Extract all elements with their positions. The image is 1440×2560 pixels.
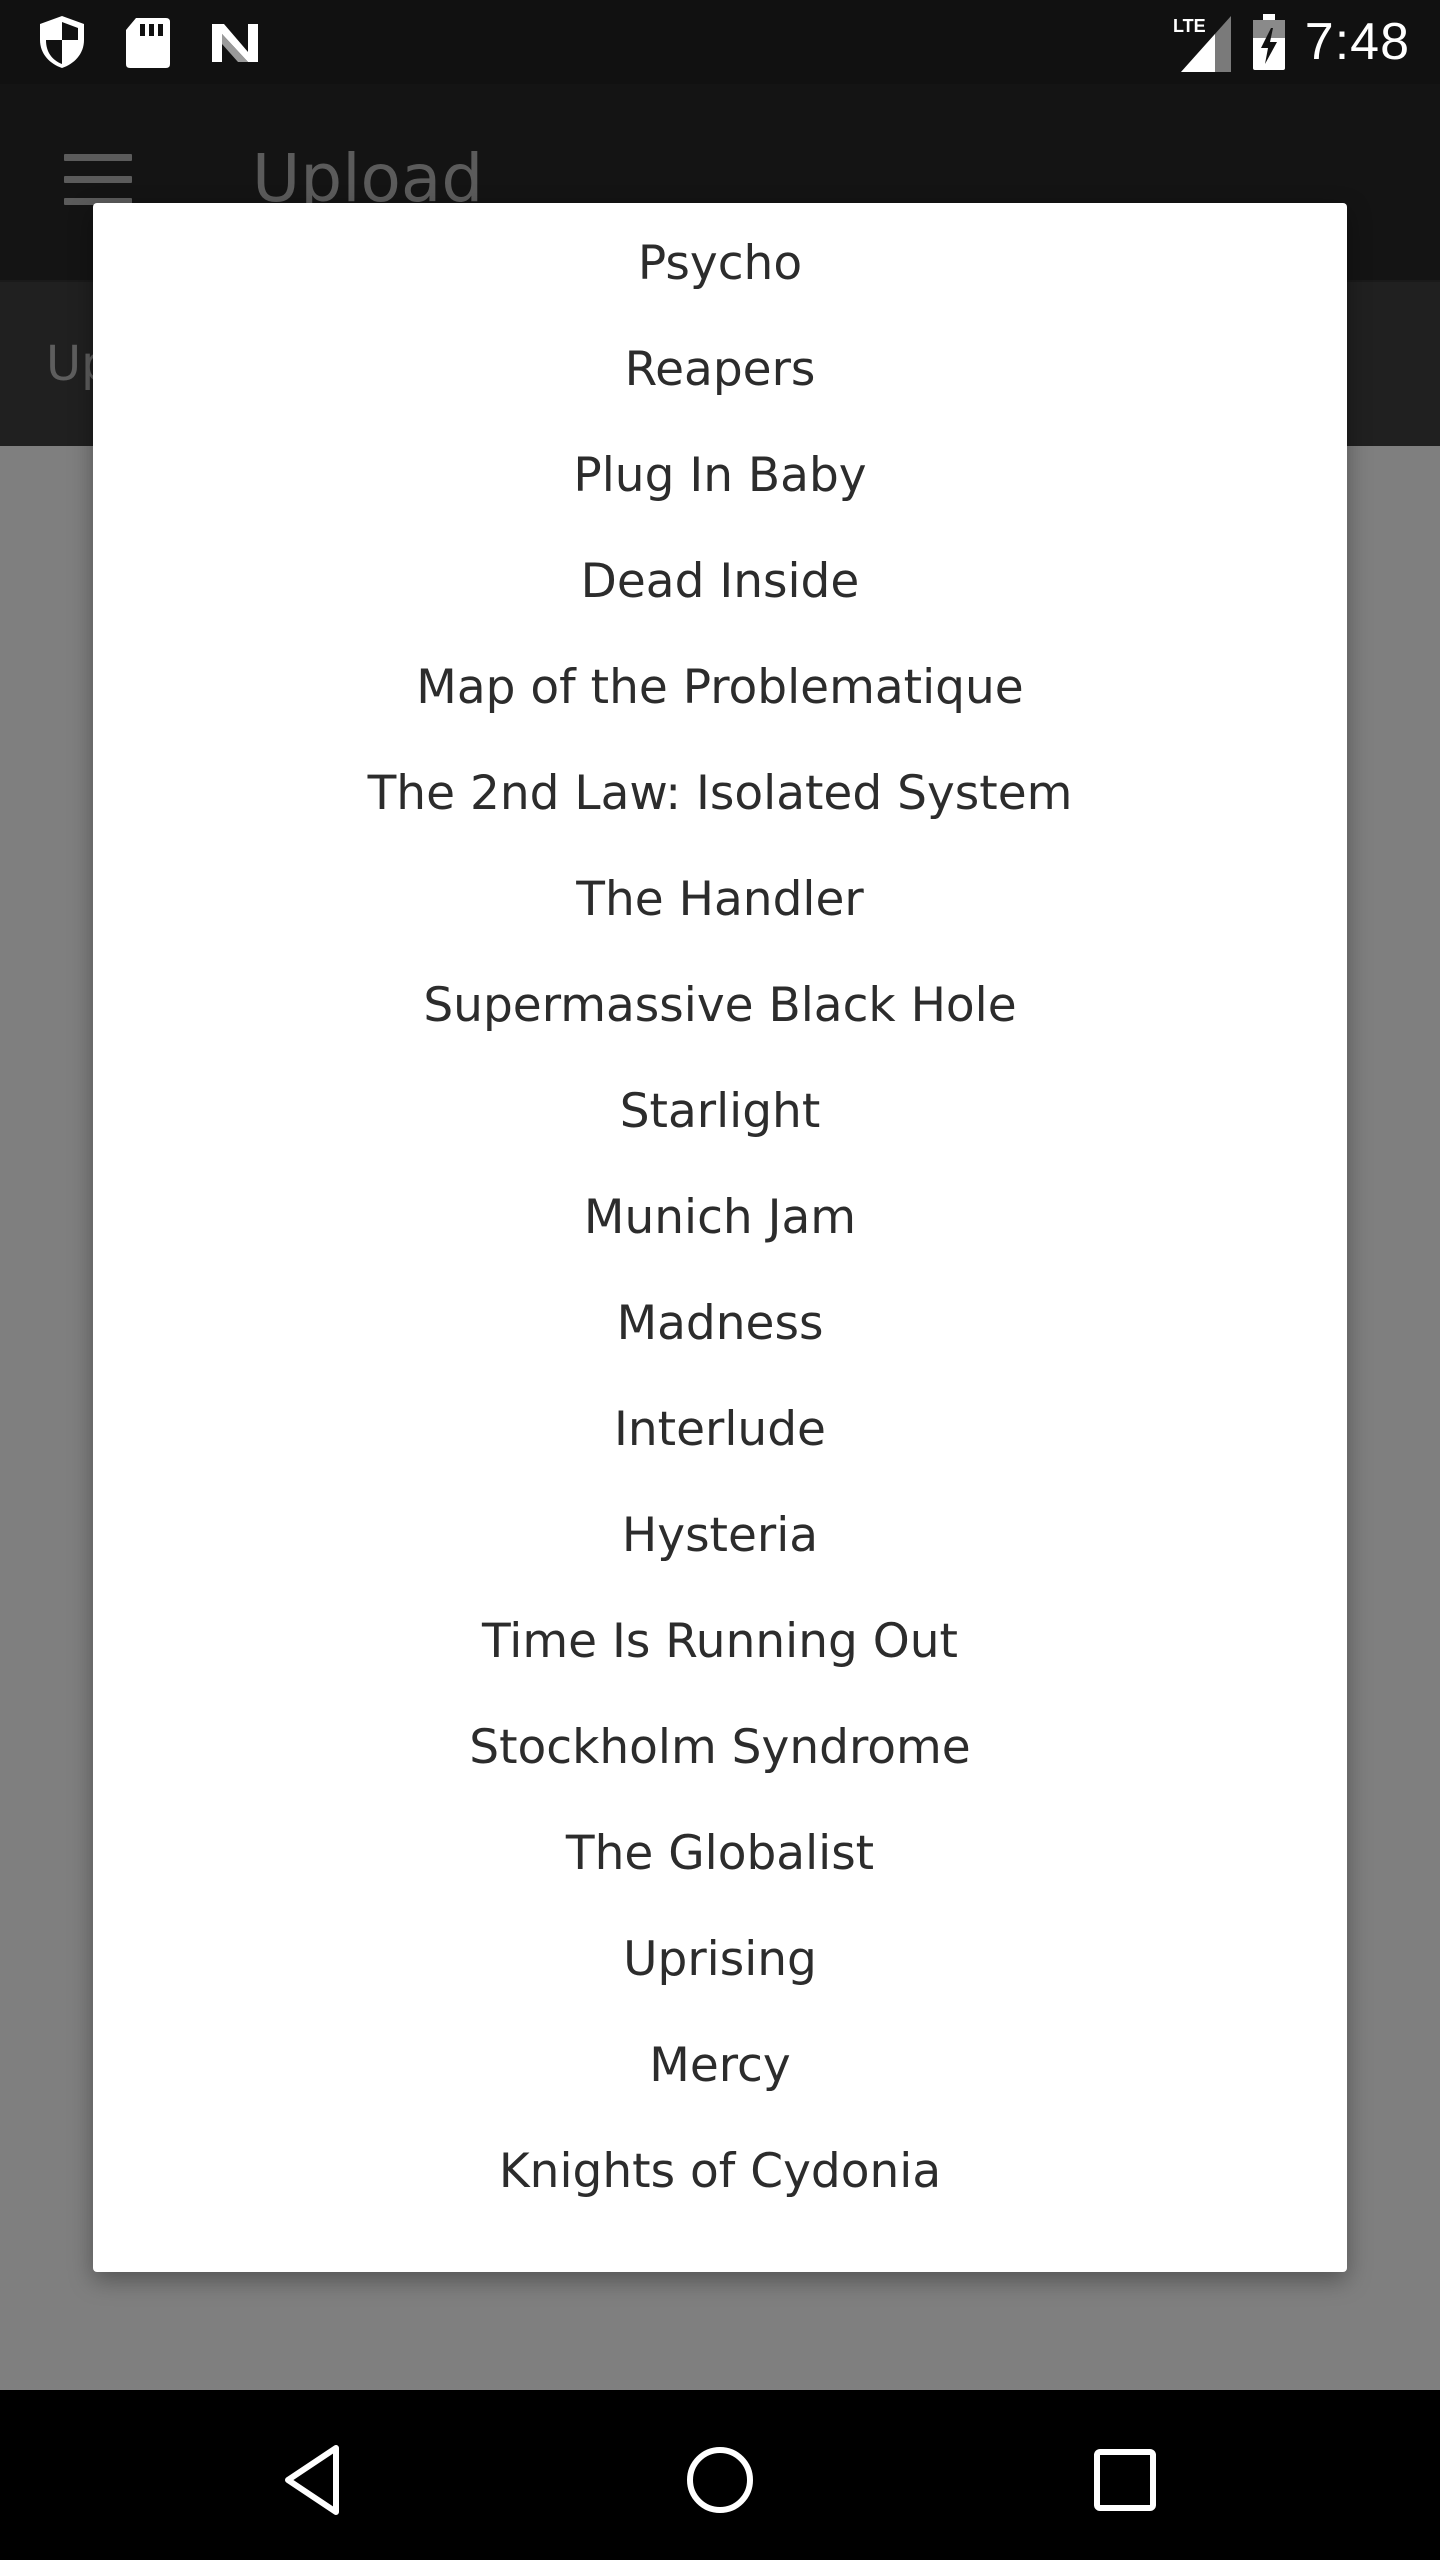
song-picker-dialog: Psycho Reapers Plug In Baby Dead Inside …: [93, 203, 1347, 2272]
list-item[interactable]: Map of the Problematique: [93, 635, 1347, 741]
screen: LTE 7:48 Upload Up Psycho Reapers Plug I…: [0, 0, 1440, 2560]
status-bar: LTE 7:48: [0, 0, 1440, 84]
list-item[interactable]: Plug In Baby: [93, 423, 1347, 529]
back-icon[interactable]: [276, 2440, 356, 2520]
signal-icon: LTE: [1173, 16, 1231, 72]
list-item[interactable]: Munich Jam: [93, 1165, 1347, 1271]
list-item[interactable]: Interlude: [93, 1377, 1347, 1483]
home-icon[interactable]: [680, 2440, 760, 2520]
recents-icon[interactable]: [1085, 2440, 1165, 2520]
battery-charging-icon: [1252, 14, 1285, 70]
list-item[interactable]: Time Is Running Out: [93, 1589, 1347, 1695]
list-item[interactable]: The Globalist: [93, 1801, 1347, 1907]
hamburger-menu-icon[interactable]: [64, 154, 132, 206]
clock: 7:48: [1304, 13, 1410, 71]
list-item[interactable]: Mercy: [93, 2013, 1347, 2119]
list-item[interactable]: Psycho: [93, 211, 1347, 317]
system-status: LTE 7:48: [1173, 0, 1410, 84]
list-item[interactable]: Uprising: [93, 1907, 1347, 2013]
list-item[interactable]: Madness: [93, 1271, 1347, 1377]
sd-card-icon: [126, 18, 170, 68]
list-item[interactable]: Supermassive Black Hole: [93, 953, 1347, 1059]
list-item[interactable]: Hysteria: [93, 1483, 1347, 1589]
list-item[interactable]: Stockholm Syndrome: [93, 1695, 1347, 1801]
navigation-bar: [0, 2390, 1440, 2560]
list-item[interactable]: The Handler: [93, 847, 1347, 953]
notification-icons: [36, 14, 260, 70]
network-type-label: LTE: [1173, 16, 1206, 36]
list-item[interactable]: The 2nd Law: Isolated System: [93, 741, 1347, 847]
list-item[interactable]: Reapers: [93, 317, 1347, 423]
list-item[interactable]: Knights of Cydonia: [93, 2119, 1347, 2225]
list-item[interactable]: Starlight: [93, 1059, 1347, 1165]
list-item[interactable]: Dead Inside: [93, 529, 1347, 635]
n-logo-icon: [212, 24, 258, 62]
shield-icon: [40, 16, 84, 68]
